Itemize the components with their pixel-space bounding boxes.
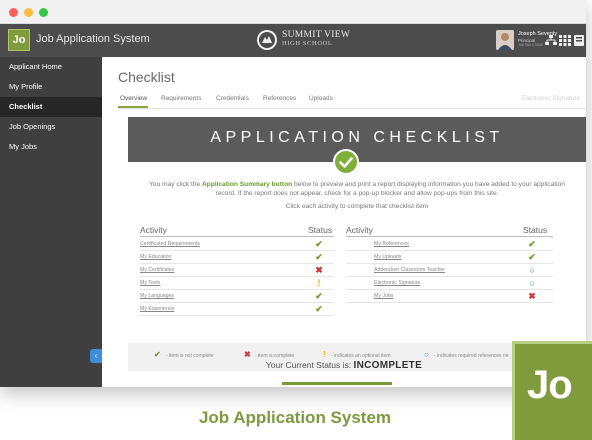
tabs-divider [118,108,586,109]
close-window-button[interactable] [9,8,18,17]
legend-optional-icon: ! [323,350,326,359]
legend-incomplete-icon: ✖ [244,350,251,359]
legend-references-icon: ○ [424,350,429,359]
app-logo[interactable]: Jo [8,29,30,51]
sidebar-item-applicant-home[interactable]: Applicant Home [0,57,102,77]
sidebar: Applicant Home My Profile Checklist Job … [0,57,102,387]
checklist-title: APPLICATION CHECKLIST [210,129,504,146]
right-activity-link[interactable]: My Uploads [374,254,401,260]
window-titlebar [0,0,586,24]
status-column-header-right: Status [523,225,548,235]
legend-optional-text: - indicates an optional item [331,353,391,359]
row-divider [346,276,553,277]
apps-grid-icon[interactable] [559,35,571,46]
incomplete-status-icon: ✖ [315,265,323,275]
browser-window: Jo Job Application System SUMMIT VIEW HI… [0,0,586,387]
screenshot-stage: Jo Job Application System SUMMIT VIEW HI… [0,0,592,440]
references-status-icon: ○ [529,278,535,288]
sidebar-item-checklist[interactable]: Checklist [0,97,102,117]
checkmark-icon [339,157,353,168]
current-status-label: Your Current Status is: [265,360,352,370]
current-status-value: INCOMPLETE [353,360,423,371]
minimize-window-button[interactable] [24,8,33,17]
school-name: SUMMIT VIEW [282,30,351,40]
status-column-header: Status [308,225,333,235]
app-title: Job Application System [36,33,150,45]
row-divider [140,315,334,316]
help-book-icon[interactable] [573,35,585,46]
legend-complete-icon: ✔ [154,350,161,359]
tab-overview[interactable]: Overview [120,95,147,102]
checklist-instruction: Click each activity to complete that che… [285,203,429,210]
activity-column-header: Activity [140,225,167,235]
tab-credentials[interactable]: Credentials [216,95,249,102]
tab-electronic-signature[interactable]: Electronic Signature [522,95,580,102]
header-divider-left [140,236,334,237]
page-title: Checklist [118,69,175,85]
references-status-icon: ○ [529,265,535,275]
left-activity-link[interactable]: Certificated Requirements [140,241,200,247]
left-activity-link[interactable]: My Education [140,254,171,260]
person-icon [496,30,514,50]
right-activity-link[interactable]: My References [374,241,409,247]
collapse-sidebar-button[interactable]: ‹ [90,349,102,363]
maximize-window-button[interactable] [39,8,48,17]
row-divider [140,250,334,251]
right-activity-link[interactable]: My Jobs [374,293,393,299]
school-seal-icon [257,30,277,50]
complete-status-icon: ✔ [315,291,323,301]
right-activity-link[interactable]: Addendum Classroom Teacher [374,267,445,273]
row-divider [346,250,553,251]
row-divider [140,302,334,303]
right-activity-link[interactable]: Electronic Signature [374,280,420,286]
row-divider [140,263,334,264]
org-chart-icon[interactable] [545,35,557,46]
application-summary-link[interactable]: Application Summary button [202,181,292,188]
checklist-badge [333,149,359,175]
sidebar-item-job-openings[interactable]: Job Openings [0,117,102,137]
main-content: Checklist Overview Requirements Credenti… [102,57,586,387]
app-header: Jo Job Application System SUMMIT VIEW HI… [0,24,586,57]
row-divider [346,263,553,264]
product-title: Job Application System [198,408,392,427]
left-activity-link[interactable]: My Languages [140,293,174,299]
incomplete-status-icon: ✖ [528,291,536,301]
tab-uploads[interactable]: Uploads [309,95,333,102]
avatar[interactable] [496,30,514,50]
user-meta: Job Title # 0000 [518,43,543,47]
row-divider [140,289,334,290]
tab-requirements[interactable]: Requirements [161,95,201,102]
complete-status-icon: ✔ [315,239,323,249]
school-subtitle: HIGH SCHOOL [282,40,333,47]
product-logo-text: Jo [527,363,573,407]
application-summary-button[interactable] [282,382,392,385]
row-divider [346,289,553,290]
complete-status-icon: ✔ [528,252,536,262]
row-divider [346,302,553,303]
header-divider-right [346,236,553,237]
left-activity-link[interactable]: My Certificates [140,267,174,273]
optional-status-icon: ! [317,278,321,288]
activity-column-header-right: Activity [346,225,373,235]
legend-incomplete-text: - item is complete [255,353,295,359]
row-divider [140,276,334,277]
sidebar-item-my-profile[interactable]: My Profile [0,77,102,97]
checklist-intro: You may click the Application Summary bu… [138,180,576,198]
tab-references[interactable]: References [263,95,296,102]
left-activity-link[interactable]: My Tests [140,280,160,286]
left-activity-link[interactable]: My Experience [140,306,174,312]
product-logo: Jo [512,341,592,440]
intro-text-before: You may click the [149,181,203,188]
sidebar-item-my-jobs[interactable]: My Jobs [0,137,102,157]
complete-status-icon: ✔ [315,252,323,262]
legend-references-text: - indicates required references ne [434,353,509,359]
complete-status-icon: ✔ [315,304,323,314]
complete-status-icon: ✔ [528,239,536,249]
legend-complete-text: - item is not complete [166,353,214,359]
